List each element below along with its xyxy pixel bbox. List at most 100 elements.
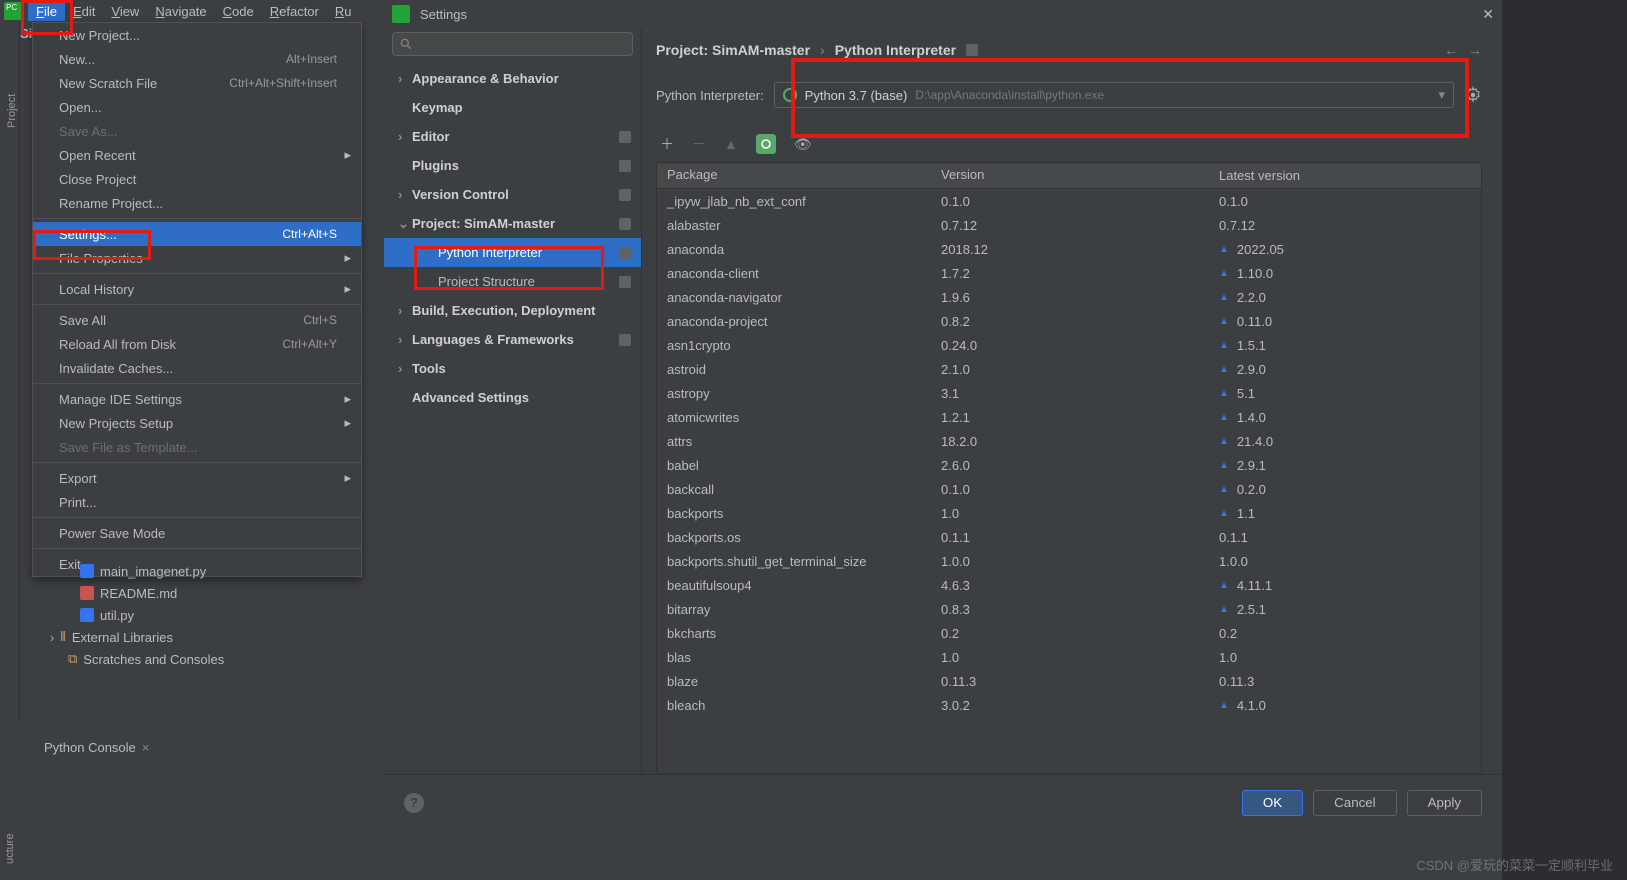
table-row[interactable]: backcall0.1.0▲0.2.0 (657, 477, 1481, 501)
settings-nav-item[interactable]: ›Tools (384, 354, 641, 383)
table-row[interactable]: anaconda-navigator1.9.6▲2.2.0 (657, 285, 1481, 309)
settings-nav-item[interactable]: Python Interpreter (384, 238, 641, 267)
external-libraries[interactable]: › ⫴ External Libraries (20, 626, 360, 648)
settings-nav-item[interactable]: ›Appearance & Behavior (384, 64, 641, 93)
file-menu-item[interactable]: Invalidate Caches... (33, 356, 361, 380)
settings-nav-item[interactable]: Keymap (384, 93, 641, 122)
file-menu-item[interactable]: Open Recent▸ (33, 143, 361, 167)
table-row[interactable]: alabaster0.7.120.7.12 (657, 213, 1481, 237)
table-row[interactable]: backports1.0▲1.1 (657, 501, 1481, 525)
file-menu-item[interactable]: Rename Project... (33, 191, 361, 215)
table-row[interactable]: atomicwrites1.2.1▲1.4.0 (657, 405, 1481, 429)
upgrade-available-icon: ▲ (1219, 580, 1229, 591)
nav-forward-icon[interactable]: → (1468, 42, 1482, 58)
menu-navigate[interactable]: Navigate (147, 2, 214, 21)
conda-env-icon (783, 88, 797, 102)
file-menu-item[interactable]: File Properties▸ (33, 246, 361, 270)
settings-nav-item[interactable]: ⌄Project: SimAM-master (384, 209, 641, 238)
table-row[interactable]: backports.os0.1.10.1.1 (657, 525, 1481, 549)
menu-refactor[interactable]: Refactor (262, 2, 327, 21)
settings-nav-item[interactable]: ›Build, Execution, Deployment (384, 296, 641, 325)
project-tree-file[interactable]: util.py (20, 604, 360, 626)
col-version[interactable]: Version (931, 163, 1209, 188)
file-menu-item[interactable]: Settings...Ctrl+Alt+S (33, 222, 361, 246)
cancel-button[interactable]: Cancel (1313, 790, 1397, 816)
menu-ru[interactable]: Ru (327, 2, 360, 21)
file-menu-item[interactable]: Local History▸ (33, 277, 361, 301)
file-menu-item[interactable]: Print... (33, 490, 361, 514)
table-row[interactable]: astropy3.1▲5.1 (657, 381, 1481, 405)
col-latest[interactable]: Latest version (1209, 163, 1481, 188)
gear-icon (39, 227, 53, 241)
col-package[interactable]: Package (657, 163, 931, 188)
table-row[interactable]: babel2.6.0▲2.9.1 (657, 453, 1481, 477)
help-button[interactable]: ? (404, 793, 424, 813)
apply-button[interactable]: Apply (1407, 790, 1482, 816)
table-row[interactable]: astroid2.1.0▲2.9.0 (657, 357, 1481, 381)
module-scope-icon (619, 334, 631, 346)
conda-manager-button[interactable] (756, 134, 776, 154)
project-tree-file[interactable]: README.md (20, 582, 360, 604)
table-row[interactable]: bleach3.0.2▲4.1.0 (657, 693, 1481, 717)
nav-back-icon[interactable]: ← (1444, 42, 1458, 58)
interpreter-dropdown[interactable]: Python 3.7 (base) D:\app\Anaconda\instal… (774, 82, 1454, 108)
table-row[interactable]: beautifulsoup44.6.3▲4.11.1 (657, 573, 1481, 597)
file-menu-item[interactable]: Export▸ (33, 466, 361, 490)
interpreter-name: Python 3.7 (base) (805, 88, 908, 103)
settings-nav-item[interactable]: Advanced Settings (384, 383, 641, 412)
gear-icon[interactable] (1464, 86, 1482, 104)
upgrade-available-icon: ▲ (1219, 436, 1229, 447)
upgrade-available-icon: ▲ (1219, 460, 1229, 471)
menu-file[interactable]: File (28, 2, 65, 21)
table-row[interactable]: anaconda-client1.7.2▲1.10.0 (657, 261, 1481, 285)
table-row[interactable]: asn1crypto0.24.0▲1.5.1 (657, 333, 1481, 357)
settings-title: Settings (420, 7, 467, 22)
upgrade-available-icon: ▲ (1219, 244, 1229, 255)
settings-search-input[interactable] (392, 32, 633, 56)
close-icon[interactable]: × (142, 740, 150, 755)
settings-nav-item[interactable]: ›Version Control (384, 180, 641, 209)
table-row[interactable]: anaconda2018.12▲2022.05 (657, 237, 1481, 261)
table-row[interactable]: blaze0.11.30.11.3 (657, 669, 1481, 693)
ok-button[interactable]: OK (1242, 790, 1303, 816)
save-icon (39, 313, 53, 327)
menu-code[interactable]: Code (215, 2, 262, 21)
file-menu-item[interactable]: Open... (33, 95, 361, 119)
file-menu-item[interactable]: Close Project (33, 167, 361, 191)
settings-nav-item[interactable]: ›Languages & Frameworks (384, 325, 641, 354)
scratches-and-consoles[interactable]: ⧉ Scratches and Consoles (20, 648, 360, 670)
add-package-button[interactable]: ＋ (660, 134, 674, 154)
table-row[interactable]: blas1.01.0 (657, 645, 1481, 669)
breadcrumb-root[interactable]: Project: SimAM-master (656, 42, 810, 58)
table-row[interactable]: backports.shutil_get_terminal_size1.0.01… (657, 549, 1481, 573)
table-row[interactable]: bitarray0.8.3▲2.5.1 (657, 597, 1481, 621)
project-tool-button[interactable]: Project (0, 22, 20, 722)
settings-nav-item[interactable]: Plugins (384, 151, 641, 180)
upgrade-available-icon: ▲ (1219, 364, 1229, 375)
file-menu-item[interactable]: New...Alt+Insert (33, 47, 361, 71)
file-menu-item[interactable]: Save AllCtrl+S (33, 308, 361, 332)
menubar: FileEditViewNavigateCodeRefactorRu (0, 0, 384, 22)
structure-tool-button[interactable]: ucture (0, 760, 20, 880)
settings-nav-item[interactable]: Project Structure (384, 267, 641, 296)
settings-nav-item[interactable]: ›Editor (384, 122, 641, 151)
table-row[interactable]: attrs18.2.0▲21.4.0 (657, 429, 1481, 453)
file-menu-item[interactable]: Manage IDE Settings▸ (33, 387, 361, 411)
file-menu-item[interactable]: New Project... (33, 23, 361, 47)
file-menu-item[interactable]: New Projects Setup▸ (33, 411, 361, 435)
file-menu-item[interactable]: New Scratch FileCtrl+Alt+Shift+Insert (33, 71, 361, 95)
table-row[interactable]: _ipyw_jlab_nb_ext_conf0.1.00.1.0 (657, 189, 1481, 213)
project-tree-excerpt: main_imagenet.pyREADME.mdutil.py› ⫴ Exte… (20, 560, 360, 670)
menu-edit[interactable]: Edit (65, 2, 103, 21)
file-menu-item[interactable]: Reload All from DiskCtrl+Alt+Y (33, 332, 361, 356)
menu-view[interactable]: View (103, 2, 147, 21)
table-row[interactable]: anaconda-project0.8.2▲0.11.0 (657, 309, 1481, 333)
project-tree-file[interactable]: main_imagenet.py (20, 560, 360, 582)
file-icon (80, 564, 94, 578)
close-icon[interactable]: ✕ (1482, 6, 1494, 23)
table-row[interactable]: bkcharts0.20.2 (657, 621, 1481, 645)
python-console-tab[interactable]: Python Console × (20, 734, 149, 760)
file-menu-item[interactable]: Power Save Mode (33, 521, 361, 545)
file-menu-dropdown: New Project...New...Alt+InsertNew Scratc… (32, 22, 362, 577)
show-early-releases-button[interactable]: 👁 (794, 136, 812, 153)
